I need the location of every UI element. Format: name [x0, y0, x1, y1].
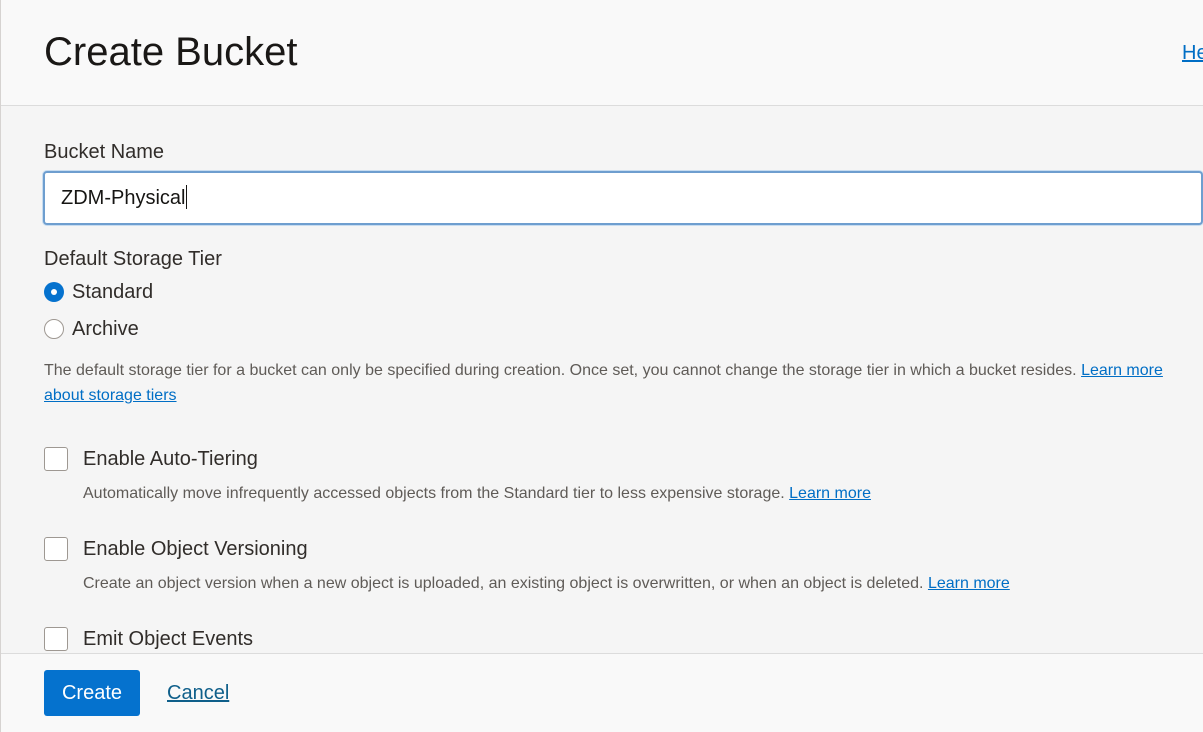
auto-tiering-learn-more-link[interactable]: Learn more: [789, 485, 871, 502]
help-link[interactable]: He: [1182, 41, 1203, 65]
object-versioning-checkbox[interactable]: [44, 537, 68, 561]
object-events-checkbox[interactable]: [44, 627, 68, 651]
create-bucket-panel: Create Bucket He Bucket Name ZDM-Physica…: [0, 0, 1203, 732]
object-versioning-option[interactable]: Enable Object Versioning: [44, 537, 308, 561]
auto-tiering-label: Enable Auto-Tiering: [83, 448, 258, 470]
auto-tiering-hint: Automatically move infrequently accessed…: [83, 484, 871, 504]
object-events-label: Emit Object Events: [83, 628, 254, 650]
storage-tier-hint: The default storage tier for a bucket ca…: [44, 358, 1203, 408]
radio-archive-label: Archive: [72, 318, 139, 340]
auto-tiering-checkbox[interactable]: [44, 447, 68, 471]
storage-tier-label: Default Storage Tier: [44, 248, 222, 270]
radio-unchecked-icon[interactable]: [44, 319, 64, 339]
bucket-name-value: ZDM-Physical: [61, 187, 186, 209]
storage-tier-hint-text: The default storage tier for a bucket ca…: [44, 362, 1077, 379]
panel-footer: Create Cancel: [1, 653, 1203, 732]
bucket-name-input[interactable]: ZDM-Physical: [43, 171, 1203, 225]
object-events-option[interactable]: Emit Object Events: [44, 627, 253, 651]
object-versioning-hint: Create an object version when a new obje…: [83, 574, 1010, 594]
panel-body[interactable]: Bucket Name ZDM-Physical Default Storage…: [1, 106, 1203, 653]
object-versioning-hint-text: Create an object version when a new obje…: [83, 575, 924, 592]
create-button[interactable]: Create: [44, 670, 140, 716]
radio-archive[interactable]: Archive: [44, 317, 139, 341]
bucket-name-label: Bucket Name: [44, 141, 165, 163]
object-versioning-label: Enable Object Versioning: [83, 538, 308, 560]
text-caret: [186, 185, 188, 210]
object-versioning-learn-more-link[interactable]: Learn more: [928, 575, 1010, 592]
auto-tiering-hint-text: Automatically move infrequently accessed…: [83, 485, 785, 502]
auto-tiering-option[interactable]: Enable Auto-Tiering: [44, 447, 258, 471]
page-title: Create Bucket: [44, 30, 298, 74]
radio-standard-label: Standard: [72, 281, 154, 303]
radio-checked-icon[interactable]: [44, 282, 64, 302]
panel-header: Create Bucket He: [1, 0, 1203, 106]
cancel-button[interactable]: Cancel: [167, 681, 229, 705]
radio-standard[interactable]: Standard: [44, 280, 153, 304]
